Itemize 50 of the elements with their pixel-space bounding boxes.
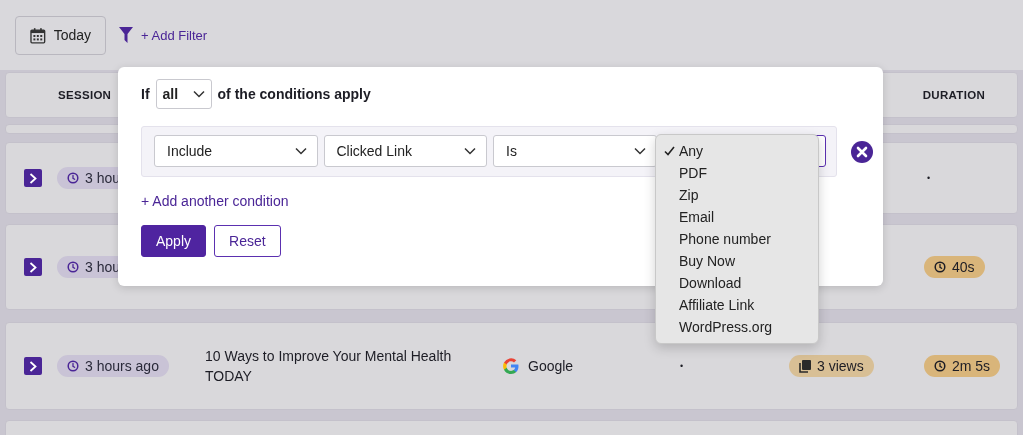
chevron-down-icon xyxy=(633,147,646,155)
clock-icon xyxy=(934,261,946,273)
page-title: 10 Ways to Improve Your Mental Health TODAY xyxy=(205,347,453,386)
duration-text: 40s xyxy=(952,259,975,275)
duration-text: • xyxy=(926,173,932,183)
expand-button[interactable] xyxy=(24,258,42,276)
add-condition-link[interactable]: + Add another condition xyxy=(141,193,289,209)
chevron-down-icon xyxy=(294,147,307,155)
dropdown-option[interactable]: Zip xyxy=(656,184,818,206)
chevron-right-icon xyxy=(29,360,37,372)
clock-icon xyxy=(67,360,79,372)
condition-select[interactable]: Clicked Link xyxy=(323,135,487,167)
remove-icon[interactable] xyxy=(851,140,873,163)
cell-text: • xyxy=(679,361,685,371)
expand-button[interactable] xyxy=(24,169,42,187)
chevron-right-icon xyxy=(29,261,37,273)
views-text: 3 views xyxy=(817,358,864,374)
duration-text: 2m 5s xyxy=(952,358,991,374)
dropdown-option[interactable]: Email xyxy=(656,206,818,228)
dropdown-option[interactable]: Affiliate Link xyxy=(656,294,818,316)
filter-icon xyxy=(119,27,133,43)
column-header: DURATION xyxy=(922,89,985,101)
reset-button[interactable]: Reset xyxy=(214,225,281,257)
apply-button[interactable]: Apply xyxy=(141,225,207,257)
dropdown-option[interactable]: WordPress.org xyxy=(656,316,818,338)
documents-icon xyxy=(799,359,811,373)
google-icon xyxy=(502,357,520,375)
filter-suffix: of the conditions apply xyxy=(217,86,371,102)
chevron-down-icon xyxy=(464,147,476,155)
dropdown-option[interactable]: Any xyxy=(656,140,818,162)
condition-select[interactable]: Is xyxy=(493,135,657,167)
clock-icon xyxy=(67,261,79,273)
clock-icon xyxy=(934,360,946,372)
date-button[interactable]: Today xyxy=(15,15,106,55)
dropdown-option[interactable]: Download xyxy=(656,272,818,294)
chevron-right-icon xyxy=(29,172,37,184)
chevron-down-icon xyxy=(192,90,205,98)
source-text: Google xyxy=(528,358,574,374)
filter-prefix: If xyxy=(141,86,150,102)
calendar-icon xyxy=(30,26,46,44)
expand-button[interactable] xyxy=(24,357,42,375)
dropdown-option[interactable]: PDF xyxy=(656,162,818,184)
time-text: 3 hours ago xyxy=(85,358,159,374)
match-select[interactable]: all xyxy=(155,79,212,109)
clock-icon xyxy=(67,172,79,184)
condition-select[interactable]: Include xyxy=(154,135,318,167)
dropdown-option[interactable]: Phone number xyxy=(656,228,818,250)
dropdown-option[interactable]: Buy Now xyxy=(656,250,818,272)
column-header: SESSION xyxy=(58,89,112,101)
add-filter-link[interactable]: + Add Filter xyxy=(141,27,208,43)
